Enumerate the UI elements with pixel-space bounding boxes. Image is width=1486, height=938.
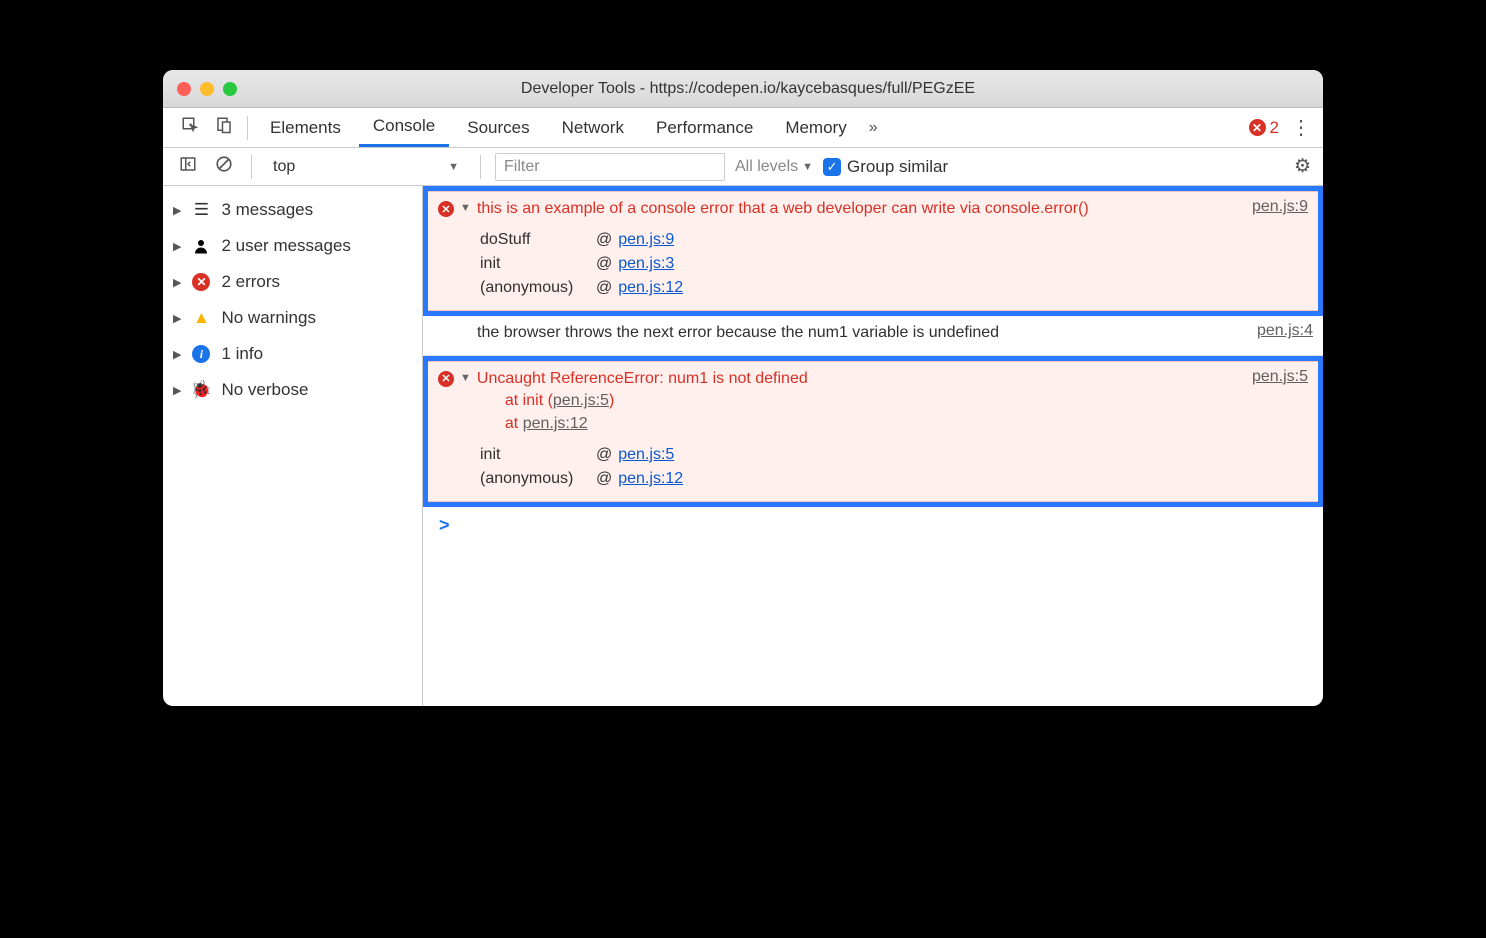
log-message-text: the browser throws the next error becaus…: [477, 322, 1239, 344]
tabbar: Elements Console Sources Network Perform…: [163, 108, 1323, 148]
group-similar-label: Group similar: [847, 157, 948, 177]
stack-line: at init (pen.js:5): [505, 390, 1234, 412]
console-error-1[interactable]: ✕ ▼ this is an example of a console erro…: [428, 191, 1318, 311]
separator: [480, 155, 481, 179]
stack-trace: doStuff@pen.js:9 init@pen.js:3 (anonymou…: [480, 228, 1308, 300]
device-toggle-icon[interactable]: [209, 112, 239, 143]
error-counter[interactable]: ✕ 2: [1249, 118, 1279, 138]
error-icon: ✕: [191, 273, 211, 291]
list-icon: ☰: [191, 200, 211, 220]
trace-row: (anonymous)@pen.js:12: [480, 467, 1308, 491]
error-icon: ✕: [1249, 119, 1266, 136]
sidebar-toggle-icon[interactable]: [175, 153, 201, 180]
chevron-down-icon: ▼: [802, 161, 813, 173]
context-value: top: [273, 158, 442, 176]
console-sidebar: ▶☰3 messages ▶2 user messages ▶✕2 errors…: [163, 186, 423, 706]
source-link[interactable]: pen.js:5: [553, 392, 609, 409]
highlight-box: ✕ ▼ this is an example of a console erro…: [423, 186, 1323, 316]
chevron-right-icon: ▶: [173, 240, 181, 253]
source-link[interactable]: pen.js:12: [618, 279, 683, 297]
context-selector[interactable]: top ▼: [266, 154, 466, 180]
source-link[interactable]: pen.js:9: [1252, 198, 1308, 216]
sidebar-row-user[interactable]: ▶2 user messages: [163, 228, 422, 264]
trace-row: (anonymous)@pen.js:12: [480, 276, 1308, 300]
console-log-1[interactable]: the browser throws the next error becaus…: [423, 316, 1323, 355]
error-message-text: Uncaught ReferenceError: num1 is not def…: [477, 368, 1234, 390]
tab-performance[interactable]: Performance: [642, 110, 767, 146]
inspect-icon[interactable]: [175, 112, 205, 143]
log-level-selector[interactable]: All levels ▼: [735, 158, 813, 176]
source-link[interactable]: pen.js:12: [523, 415, 588, 432]
sidebar-row-info[interactable]: ▶i1 info: [163, 336, 422, 372]
kebab-menu-icon[interactable]: ⋮: [1291, 118, 1311, 138]
filter-input[interactable]: [495, 153, 725, 181]
error-count: 2: [1270, 118, 1279, 138]
source-link[interactable]: pen.js:4: [1257, 322, 1313, 340]
console-output: ✕ ▼ this is an example of a console erro…: [423, 186, 1323, 706]
error-message-block: Uncaught ReferenceError: num1 is not def…: [477, 368, 1234, 435]
user-icon: [191, 237, 211, 255]
window-title: Developer Tools - https://codepen.io/kay…: [187, 80, 1309, 98]
chevron-down-icon: ▼: [448, 161, 459, 173]
info-icon: i: [191, 345, 211, 363]
console-prompt[interactable]: >: [423, 507, 1323, 544]
stack-trace: init@pen.js:5 (anonymous)@pen.js:12: [480, 443, 1308, 491]
tab-console[interactable]: Console: [359, 108, 449, 147]
chevron-right-icon: ▶: [173, 348, 181, 361]
chevron-down-icon[interactable]: ▼: [460, 372, 471, 384]
warning-icon: ▲: [191, 308, 211, 328]
sidebar-row-messages[interactable]: ▶☰3 messages: [163, 192, 422, 228]
chevron-right-icon: ▶: [173, 312, 181, 325]
tab-sources[interactable]: Sources: [453, 110, 543, 146]
clear-console-icon[interactable]: [211, 153, 237, 180]
tab-memory[interactable]: Memory: [771, 110, 860, 146]
source-link[interactable]: pen.js:9: [618, 231, 674, 249]
sidebar-row-warnings[interactable]: ▶▲No warnings: [163, 300, 422, 336]
separator: [251, 155, 252, 179]
log-level-label: All levels: [735, 158, 798, 176]
checkbox-checked-icon: ✓: [823, 158, 841, 176]
console-body: ▶☰3 messages ▶2 user messages ▶✕2 errors…: [163, 186, 1323, 706]
error-icon: ✕: [438, 371, 454, 387]
titlebar: Developer Tools - https://codepen.io/kay…: [163, 70, 1323, 108]
highlight-box: ✕ ▼ Uncaught ReferenceError: num1 is not…: [423, 356, 1323, 507]
source-link[interactable]: pen.js:5: [618, 446, 674, 464]
chevron-down-icon[interactable]: ▼: [460, 202, 471, 214]
trace-row: init@pen.js:3: [480, 252, 1308, 276]
error-icon: ✕: [438, 201, 454, 217]
source-link[interactable]: pen.js:5: [1252, 368, 1308, 386]
sidebar-row-errors[interactable]: ▶✕2 errors: [163, 264, 422, 300]
trace-row: init@pen.js:5: [480, 443, 1308, 467]
stack-line: at pen.js:12: [505, 413, 1234, 435]
tab-elements[interactable]: Elements: [256, 110, 355, 146]
separator: [247, 116, 248, 140]
chevron-right-icon: ▶: [173, 204, 181, 217]
settings-gear-icon[interactable]: ⚙: [1294, 155, 1311, 178]
error-message-text: this is an example of a console error th…: [477, 198, 1234, 220]
source-link[interactable]: pen.js:3: [618, 255, 674, 273]
bug-icon: 🐞: [191, 380, 211, 400]
console-error-2[interactable]: ✕ ▼ Uncaught ReferenceError: num1 is not…: [428, 361, 1318, 502]
group-similar-checkbox[interactable]: ✓ Group similar: [823, 157, 948, 177]
source-link[interactable]: pen.js:12: [618, 470, 683, 488]
chevron-right-icon: ▶: [173, 276, 181, 289]
devtools-window: Developer Tools - https://codepen.io/kay…: [163, 70, 1323, 706]
console-toolbar: top ▼ All levels ▼ ✓ Group similar ⚙: [163, 148, 1323, 186]
sidebar-row-verbose[interactable]: ▶🐞No verbose: [163, 372, 422, 408]
tab-network[interactable]: Network: [548, 110, 638, 146]
chevron-right-icon: ▶: [173, 384, 181, 397]
trace-row: doStuff@pen.js:9: [480, 228, 1308, 252]
more-tabs-icon[interactable]: »: [869, 119, 878, 137]
